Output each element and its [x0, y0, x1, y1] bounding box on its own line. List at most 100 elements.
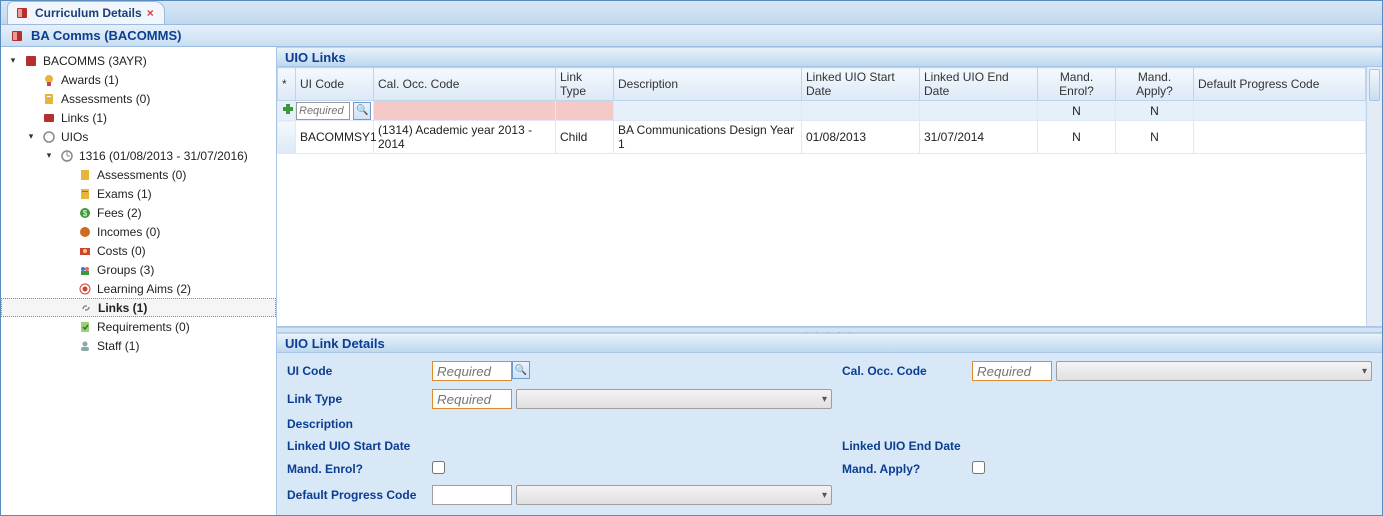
col-start[interactable]: Linked UIO Start Date — [802, 68, 920, 101]
new-mand-apply-cell[interactable]: N — [1116, 101, 1194, 121]
grid-new-row[interactable]: 🔍 N N — [278, 101, 1366, 121]
checkbox-mand-apply[interactable] — [972, 461, 985, 474]
tree-label: Groups (3) — [97, 263, 154, 277]
cell-link-type[interactable]: Child — [556, 121, 614, 154]
groups-icon — [77, 262, 93, 278]
assessment-icon — [41, 91, 57, 107]
new-mand-enrol-cell[interactable]: N — [1038, 101, 1116, 121]
assessment-icon — [77, 167, 93, 183]
tree-label: Fees (2) — [97, 206, 142, 220]
book-icon — [41, 110, 57, 126]
close-icon[interactable]: × — [147, 6, 154, 20]
expander-icon[interactable]: ▾ — [7, 55, 19, 67]
tree-label: Assessments (0) — [61, 92, 150, 106]
col-description[interactable]: Description — [614, 68, 802, 101]
row-handle[interactable] — [278, 121, 296, 154]
tree-node-uio-assessments[interactable]: Assessments (0) — [1, 165, 276, 184]
cell-mand-apply[interactable]: N — [1116, 121, 1194, 154]
clock-icon — [59, 148, 75, 164]
tree-label: UIOs — [61, 130, 88, 144]
tab-curriculum-details[interactable]: Curriculum Details × — [7, 1, 165, 24]
expander-icon[interactable]: ▾ — [43, 150, 55, 162]
details-panel: UI Code 🔍 Cal. Occ. Code Link Type Descr… — [277, 353, 1382, 515]
cell-prog-code[interactable] — [1194, 121, 1366, 154]
tree-node-uio-costs[interactable]: Costs (0) — [1, 241, 276, 260]
cell-description[interactable]: BA Communications Design Year 1 — [614, 121, 802, 154]
cell-end[interactable]: 31/07/2014 — [920, 121, 1038, 154]
expander-icon[interactable]: ▾ — [25, 131, 37, 143]
label-link-type: Link Type — [287, 392, 422, 406]
tree-label: Staff (1) — [97, 339, 139, 353]
tree-panel: ▾ BACOMMS (3AYR) Awards (1) Assessments … — [1, 47, 277, 515]
cell-ui-code[interactable]: BACOMMSY1 — [296, 121, 374, 154]
lookup-icon[interactable]: 🔍 — [512, 361, 530, 379]
cell-mand-enrol[interactable]: N — [1038, 121, 1116, 154]
tree-node-uio-learning-aims[interactable]: Learning Aims (2) — [1, 279, 276, 298]
exam-icon — [77, 186, 93, 202]
combo-cal-occ[interactable] — [1056, 361, 1372, 381]
new-ui-code-input[interactable] — [296, 102, 350, 120]
field-link-type[interactable] — [432, 389, 512, 409]
label-cal-occ: Cal. Occ. Code — [842, 364, 962, 378]
tree-node-awards[interactable]: Awards (1) — [1, 70, 276, 89]
staff-icon — [77, 338, 93, 354]
fees-icon: $ — [77, 205, 93, 221]
field-prog-code[interactable] — [432, 485, 512, 505]
col-mand-enrol[interactable]: Mand. Enrol? — [1038, 68, 1116, 101]
add-row-icon[interactable] — [278, 101, 296, 121]
col-end[interactable]: Linked UIO End Date — [920, 68, 1038, 101]
tree-node-uio-exams[interactable]: Exams (1) — [1, 184, 276, 203]
col-mand-apply[interactable]: Mand. Apply? — [1116, 68, 1194, 101]
tree-label: Links (1) — [98, 301, 147, 315]
tree-node-uio-staff[interactable]: Staff (1) — [1, 336, 276, 355]
tab-label: Curriculum Details — [35, 6, 142, 20]
tree-node-bacomms[interactable]: ▾ BACOMMS (3AYR) — [1, 51, 276, 70]
label-start: Linked UIO Start Date — [287, 439, 422, 453]
label-mand-apply: Mand. Apply? — [842, 462, 962, 476]
label-prog-code: Default Progress Code — [287, 488, 422, 502]
tree-node-uio-groups[interactable]: Groups (3) — [1, 260, 276, 279]
grid-section-title: UIO Links — [277, 47, 1382, 67]
label-end: Linked UIO End Date — [842, 439, 962, 453]
tree-node-1316[interactable]: ▾ 1316 (01/08/2013 - 31/07/2016) — [1, 146, 276, 165]
col-prog-code[interactable]: Default Progress Code — [1194, 68, 1366, 101]
uio-links-grid: * UI Code Cal. Occ. Code Link Type Descr… — [277, 67, 1366, 154]
tree-node-uio-links[interactable]: Links (1) — [1, 298, 276, 317]
tree-label: Exams (1) — [97, 187, 152, 201]
combo-link-type[interactable] — [516, 389, 832, 409]
award-icon — [41, 72, 57, 88]
combo-prog-code[interactable] — [516, 485, 832, 505]
new-prog-code-cell[interactable] — [1194, 101, 1366, 121]
tree-label: 1316 (01/08/2013 - 31/07/2016) — [79, 149, 248, 163]
field-ui-code[interactable] — [432, 361, 512, 381]
vertical-scrollbar[interactable] — [1366, 67, 1382, 326]
new-description-cell[interactable] — [614, 101, 802, 121]
tree-node-uio-requirements[interactable]: Requirements (0) — [1, 317, 276, 336]
tree-node-uio-fees[interactable]: $ Fees (2) — [1, 203, 276, 222]
cell-cal-occ[interactable]: (1314) Academic year 2013 - 2014 — [374, 121, 556, 154]
cell-start[interactable]: 01/08/2013 — [802, 121, 920, 154]
grid-row[interactable]: BACOMMSY1 (1314) Academic year 2013 - 20… — [278, 121, 1366, 154]
tree-label: BACOMMS (3AYR) — [43, 54, 147, 68]
tab-strip: Curriculum Details × — [1, 1, 1382, 25]
col-rowmark[interactable]: * — [278, 68, 296, 101]
new-start-cell[interactable] — [802, 101, 920, 121]
checkbox-mand-enrol[interactable] — [432, 461, 445, 474]
col-cal-occ[interactable]: Cal. Occ. Code — [374, 68, 556, 101]
new-end-cell[interactable] — [920, 101, 1038, 121]
page-title: BA Comms (BACOMMS) — [31, 28, 181, 43]
new-link-type-cell[interactable] — [556, 101, 614, 121]
tree-node-assessments[interactable]: Assessments (0) — [1, 89, 276, 108]
page-title-bar: BA Comms (BACOMMS) — [1, 25, 1382, 47]
col-link-type[interactable]: Link Type — [556, 68, 614, 101]
label-mand-enrol: Mand. Enrol? — [287, 462, 422, 476]
income-icon — [77, 224, 93, 240]
tree-node-uios[interactable]: ▾ UIOs — [1, 127, 276, 146]
field-cal-occ[interactable] — [972, 361, 1052, 381]
tree-node-links[interactable]: Links (1) — [1, 108, 276, 127]
requirements-icon — [77, 319, 93, 335]
lookup-icon[interactable]: 🔍 — [353, 102, 371, 120]
tree-node-uio-incomes[interactable]: Incomes (0) — [1, 222, 276, 241]
new-cal-occ-cell[interactable] — [374, 101, 556, 121]
col-ui-code[interactable]: UI Code — [296, 68, 374, 101]
